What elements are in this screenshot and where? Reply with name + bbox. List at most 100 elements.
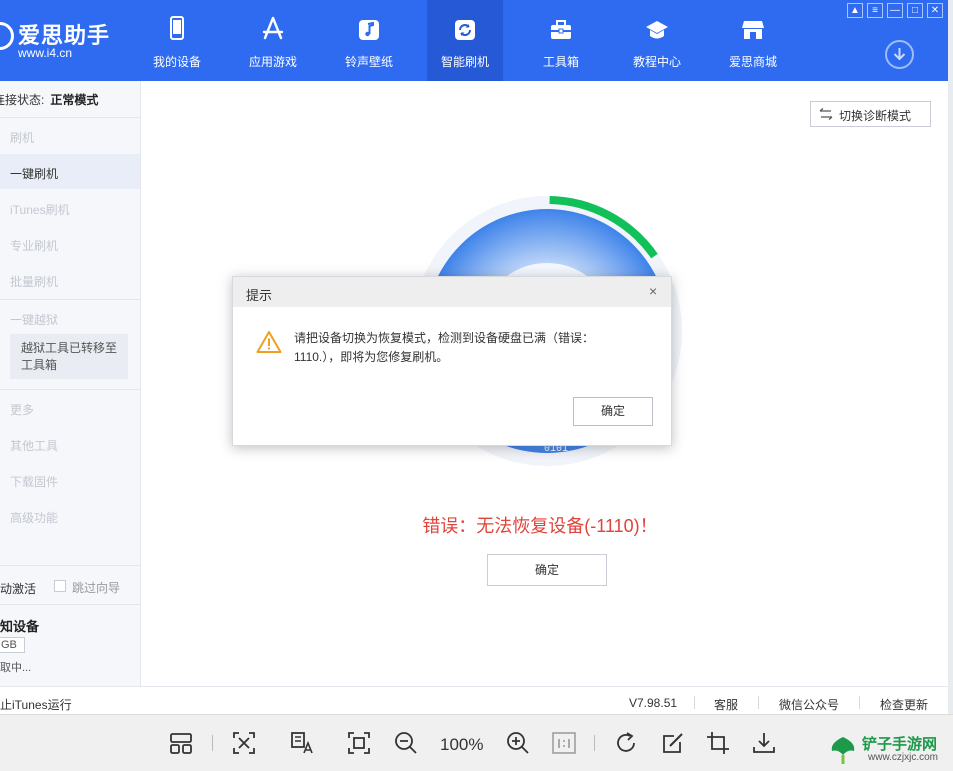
app-window: 爱思助手 www.i4.cn 我的设备 应用游戏 铃声壁纸 智能刷机 工具箱 教… — [0, 0, 948, 714]
error-message: 错误：无法恢复设备(-1110)！ — [422, 516, 658, 536]
separator — [859, 696, 860, 709]
block-itunes-option[interactable]: 阻止iTunes运行 — [0, 696, 72, 713]
download-icon[interactable] — [751, 730, 777, 756]
nav-label: 爱思商城 — [728, 55, 777, 69]
sidebar-item-batch-flash[interactable]: 批量刷机 — [10, 273, 58, 290]
watermark-logo: 铲子手游网 www.czjxjc.com — [828, 733, 950, 767]
sidebar: 连接状态: 正常模式 刷机 一键刷机 iTunes刷机 专业刷机 批量刷机 一键越… — [0, 81, 141, 686]
auto-activate-label: 自动激活 — [0, 582, 37, 596]
nav-smart-flash[interactable]: 智能刷机 — [427, 0, 503, 81]
sidebar-section-more: 更多 — [10, 403, 35, 417]
nav-store[interactable]: 爱思商城 — [715, 0, 791, 81]
nav-apps-games[interactable]: 应用游戏 — [235, 0, 311, 81]
device-capacity-badge: GB — [0, 637, 25, 653]
alert-dialog: 提示 × 请把设备切换为恢复模式，检测到设备硬盘已满（错误：1110.），即将为… — [232, 276, 672, 446]
top-navigation-bar: 爱思助手 www.i4.cn 我的设备 应用游戏 铃声壁纸 智能刷机 工具箱 教… — [0, 0, 948, 81]
sidebar-item-download-firmware[interactable]: 下载固件 — [10, 473, 58, 490]
toolbox-icon — [551, 20, 571, 39]
app-logo: 爱思助手 www.i4.cn — [0, 18, 110, 64]
switch-mode-label: 切换诊断模式 — [839, 109, 912, 123]
sidebar-item-other-tools[interactable]: 其他工具 — [10, 437, 58, 454]
thumbnails-icon[interactable] — [168, 730, 194, 756]
nav-tutorials[interactable]: 教程中心 — [619, 0, 695, 81]
check-update-link[interactable]: 检查更新 — [880, 696, 928, 713]
nav-label: 智能刷机 — [440, 55, 489, 69]
window-edge — [948, 0, 953, 714]
menu-button[interactable]: ≡ — [867, 3, 883, 18]
nav-ringtones-wallpapers[interactable]: 铃声壁纸 — [331, 0, 407, 81]
app-store-icon — [262, 16, 284, 40]
confirm-button[interactable]: 确定 — [487, 554, 607, 586]
one-to-one-icon[interactable] — [551, 730, 577, 756]
watermark-name: 铲子手游网 — [862, 736, 938, 753]
actual-size-frame-icon[interactable] — [346, 730, 372, 756]
device-name: 未知设备 — [0, 619, 40, 634]
connection-status: 连接状态: 正常模式 — [0, 91, 98, 108]
music-icon — [359, 20, 379, 40]
close-icon: ✕ — [930, 5, 940, 16]
download-arrow-icon — [893, 48, 906, 61]
minimize-button[interactable]: — — [887, 3, 903, 18]
nav-label: 教程中心 — [632, 55, 681, 69]
fit-screen-icon[interactable] — [231, 730, 257, 756]
rotate-icon[interactable] — [613, 730, 639, 756]
nav-label: 铃声壁纸 — [344, 55, 393, 69]
sidebar-section-flash: 刷机 — [10, 131, 35, 145]
maximize-icon: □ — [911, 5, 919, 16]
image-viewer-toolbar: 100% — [0, 714, 953, 771]
sidebar-item-one-click-jailbreak[interactable]: 一键越狱 — [10, 311, 58, 328]
ocr-icon[interactable] — [289, 730, 315, 756]
divider — [0, 604, 141, 605]
sidebar-item-itunes-flash[interactable]: iTunes刷机 — [10, 201, 70, 218]
divider — [0, 117, 141, 118]
watermark-url: www.czjxjc.com — [868, 752, 939, 763]
divider — [0, 389, 141, 390]
wechat-link[interactable]: 微信公众号 — [779, 696, 839, 713]
dialog-confirm-button[interactable]: 确定 — [573, 397, 653, 426]
switch-diagnostic-mode-button[interactable]: 切换诊断模式 — [810, 101, 931, 127]
graduation-cap-icon — [646, 21, 668, 39]
separator — [758, 696, 759, 709]
divider — [0, 565, 141, 566]
zoom-out-icon[interactable] — [393, 730, 419, 756]
crop-icon[interactable] — [705, 730, 731, 756]
connection-value: 正常模式 — [50, 93, 99, 107]
nav-my-device[interactable]: 我的设备 — [139, 0, 215, 81]
nav-label: 工具箱 — [542, 55, 579, 69]
skip-guide-checkbox[interactable] — [54, 580, 66, 592]
close-window-button[interactable]: ✕ — [927, 3, 943, 18]
maximize-button[interactable]: □ — [907, 3, 923, 18]
nav-label: 我的设备 — [152, 55, 201, 69]
sidebar-item-pro-flash[interactable]: 专业刷机 — [10, 237, 58, 254]
dialog-message: 请把设备切换为恢复模式，检测到设备硬盘已满（错误：1110.），即将为您修复刷机… — [294, 331, 595, 364]
edit-icon[interactable] — [660, 730, 686, 756]
nav-label: 应用游戏 — [248, 55, 297, 69]
menu-icon: ≡ — [872, 5, 878, 16]
version-label: V7.98.51 — [629, 696, 678, 710]
swap-icon — [819, 108, 833, 120]
status-bar: 阻止iTunes运行 V7.98.51 客服 微信公众号 检查更新 — [0, 686, 948, 714]
shirt-icon: ▲ — [850, 5, 860, 16]
jailbreak-note-text: 越狱工具已转移至工具箱 — [21, 341, 118, 372]
sidebar-item-advanced[interactable]: 高级功能 — [10, 509, 58, 526]
download-button[interactable] — [885, 40, 914, 69]
dialog-header: 提示 × — [233, 277, 671, 307]
customer-service-link[interactable]: 客服 — [714, 696, 738, 713]
logo-url: www.i4.cn — [18, 46, 73, 60]
separator — [594, 735, 595, 751]
skin-button[interactable]: ▲ — [847, 3, 863, 18]
separator — [212, 735, 213, 751]
warning-icon — [256, 331, 282, 353]
zoom-in-icon[interactable] — [505, 730, 531, 756]
nav-toolbox[interactable]: 工具箱 — [523, 0, 599, 81]
shop-icon — [742, 21, 764, 39]
phone-icon — [170, 16, 184, 40]
zoom-level: 100% — [440, 735, 484, 754]
shovel-logo-icon — [831, 737, 855, 764]
jailbreak-notice: 越狱工具已转移至工具箱 — [10, 334, 128, 379]
sidebar-item-one-click-flash[interactable]: 一键刷机 — [10, 165, 58, 182]
connection-label: 连接状态: — [0, 93, 45, 107]
separator — [694, 696, 695, 709]
dialog-close-button[interactable]: × — [649, 284, 657, 298]
refresh-icon — [455, 20, 475, 40]
